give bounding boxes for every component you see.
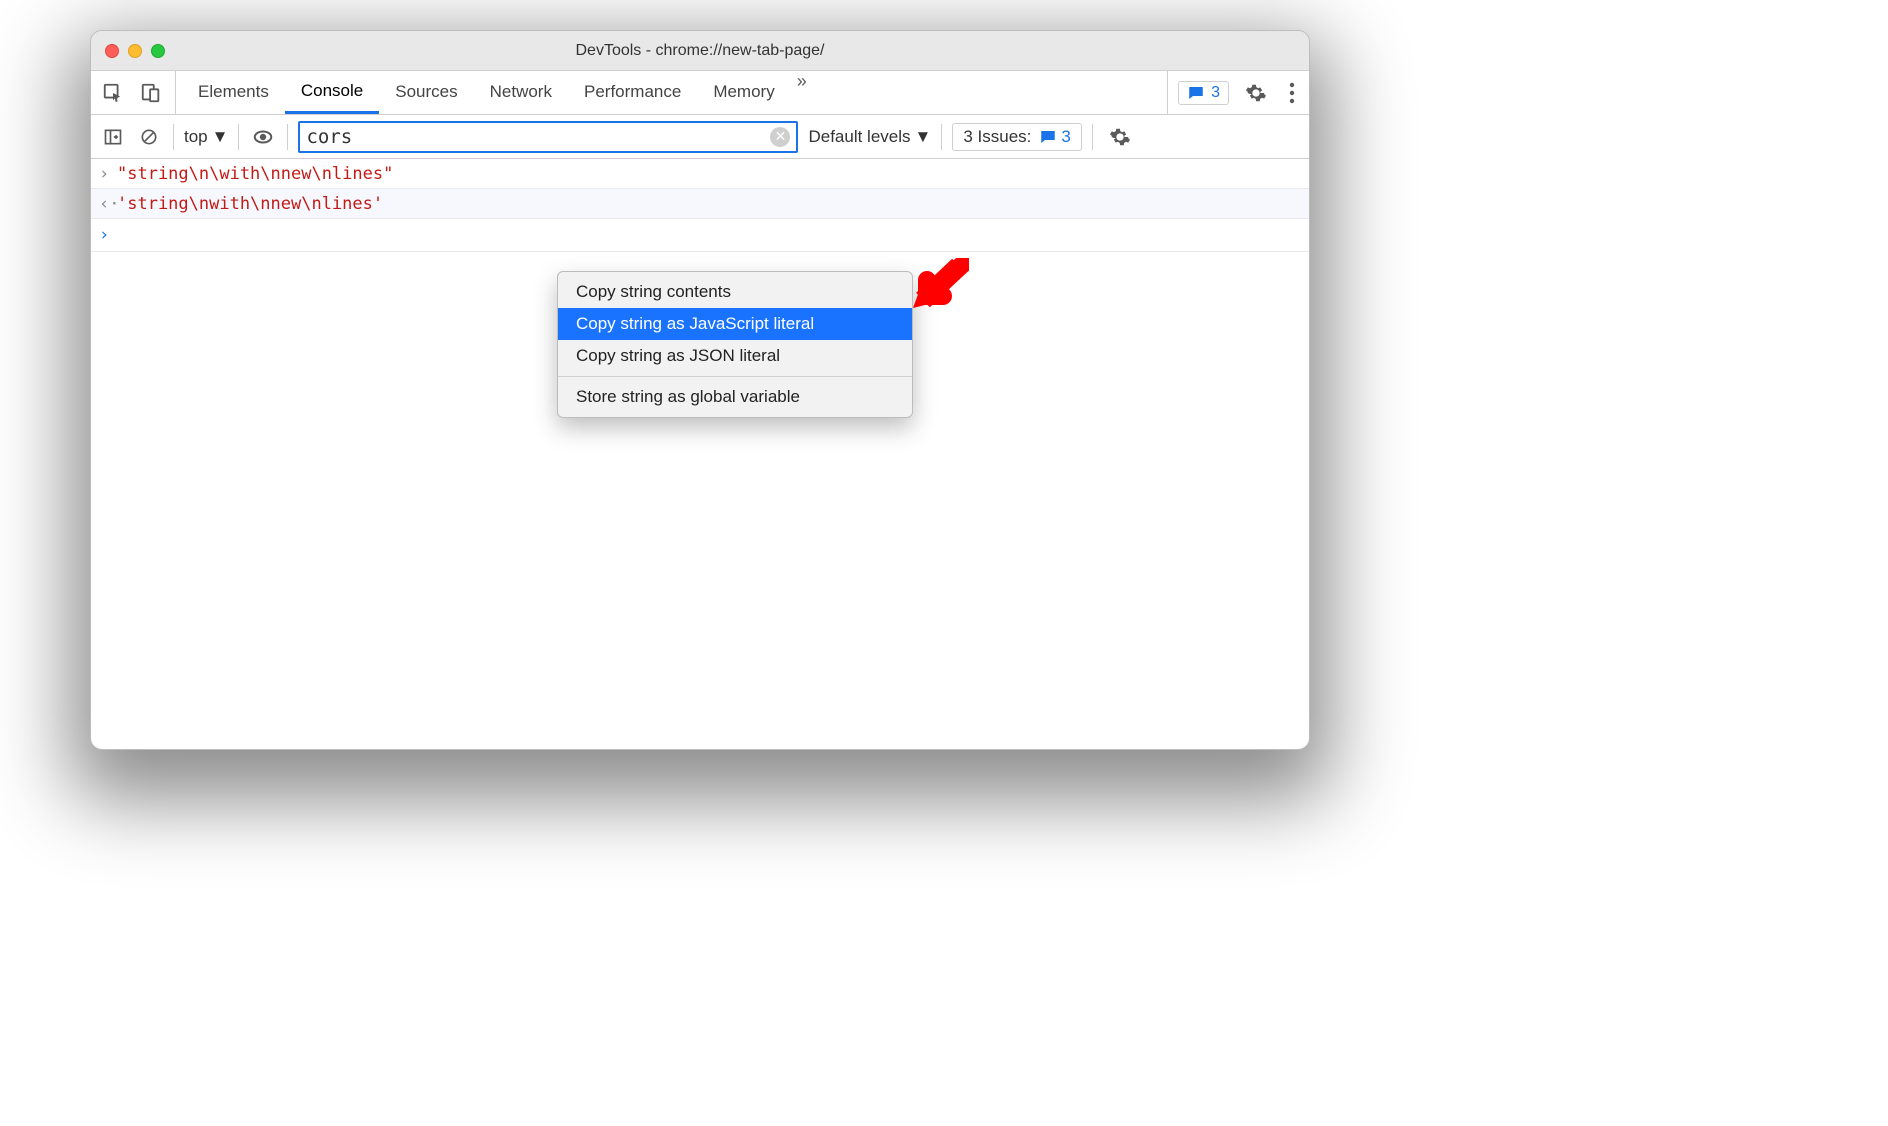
context-menu: Copy string contents Copy string as Java… [557, 271, 913, 418]
menu-store-as-global[interactable]: Store string as global variable [558, 381, 912, 413]
tab-label: Console [301, 81, 363, 101]
tabbar: Elements Console Sources Network Perform… [91, 71, 1309, 115]
issues-button[interactable]: 3 Issues: 3 [952, 123, 1082, 151]
show-sidebar-icon[interactable] [99, 123, 127, 151]
console-text: 'string\nwith\nnew\nlines' [117, 194, 383, 214]
chevron-down-icon: ▼ [212, 127, 229, 147]
tab-network[interactable]: Network [474, 71, 568, 114]
menu-copy-string-contents[interactable]: Copy string contents [558, 276, 912, 308]
tab-performance[interactable]: Performance [568, 71, 697, 114]
prompt-arrow-icon: › [99, 225, 117, 245]
tab-label: Network [490, 82, 552, 102]
inspect-element-icon[interactable] [99, 79, 127, 107]
console-result-row[interactable]: ‹· 'string\nwith\nnew\nlines' [91, 189, 1309, 219]
chevron-down-icon: ▼ [915, 127, 932, 147]
device-toggle-icon[interactable] [137, 79, 165, 107]
tab-label: Sources [395, 82, 457, 102]
tab-console[interactable]: Console [285, 71, 379, 114]
console-input-row[interactable]: › "string\n\with\nnew\nlines" [91, 159, 1309, 189]
input-arrow-icon: › [99, 164, 117, 184]
messages-badge[interactable]: 3 [1178, 81, 1229, 105]
levels-label: Default levels [808, 127, 910, 147]
tab-memory[interactable]: Memory [697, 71, 790, 114]
filter-input-container: ✕ [298, 121, 798, 153]
context-label: top [184, 127, 208, 147]
issues-count: 3 [1061, 127, 1070, 147]
messages-count: 3 [1211, 84, 1220, 102]
menu-copy-as-js-literal[interactable]: Copy string as JavaScript literal [558, 308, 912, 340]
console-toolbar: top ▼ ✕ Default levels ▼ 3 Issues: 3 [91, 115, 1309, 159]
console-text: "string\n\with\nnew\nlines" [117, 164, 393, 184]
traffic-lights [91, 44, 165, 58]
tabs-overflow-button[interactable]: » [791, 71, 813, 114]
close-window-button[interactable] [105, 44, 119, 58]
tab-label: Elements [198, 82, 269, 102]
maximize-window-button[interactable] [151, 44, 165, 58]
issues-label: 3 Issues: [963, 127, 1031, 147]
tab-sources[interactable]: Sources [379, 71, 473, 114]
window-title: DevTools - chrome://new-tab-page/ [91, 42, 1309, 60]
clear-console-icon[interactable] [135, 123, 163, 151]
tab-elements[interactable]: Elements [182, 71, 285, 114]
result-arrow-icon: ‹· [99, 194, 117, 214]
tabs: Elements Console Sources Network Perform… [182, 71, 813, 114]
console-settings-icon[interactable] [1103, 126, 1137, 148]
console-output: › "string\n\with\nnew\nlines" ‹· 'string… [91, 159, 1309, 252]
clear-filter-icon[interactable]: ✕ [770, 127, 790, 147]
minimize-window-button[interactable] [128, 44, 142, 58]
tab-label: Performance [584, 82, 681, 102]
more-icon[interactable] [1283, 82, 1301, 104]
log-levels-selector[interactable]: Default levels ▼ [808, 127, 931, 147]
menu-copy-as-json-literal[interactable]: Copy string as JSON literal [558, 340, 912, 372]
filter-input[interactable] [306, 126, 770, 148]
titlebar: DevTools - chrome://new-tab-page/ [91, 31, 1309, 71]
menu-separator [558, 376, 912, 377]
console-prompt-row[interactable]: › [91, 219, 1309, 252]
live-expression-icon[interactable] [249, 123, 277, 151]
execution-context-selector[interactable]: top ▼ [184, 127, 228, 147]
annotation-arrow-icon [909, 258, 969, 318]
devtools-window: DevTools - chrome://new-tab-page/ Elemen… [90, 30, 1310, 750]
tab-label: Memory [713, 82, 774, 102]
settings-icon[interactable] [1239, 82, 1273, 104]
